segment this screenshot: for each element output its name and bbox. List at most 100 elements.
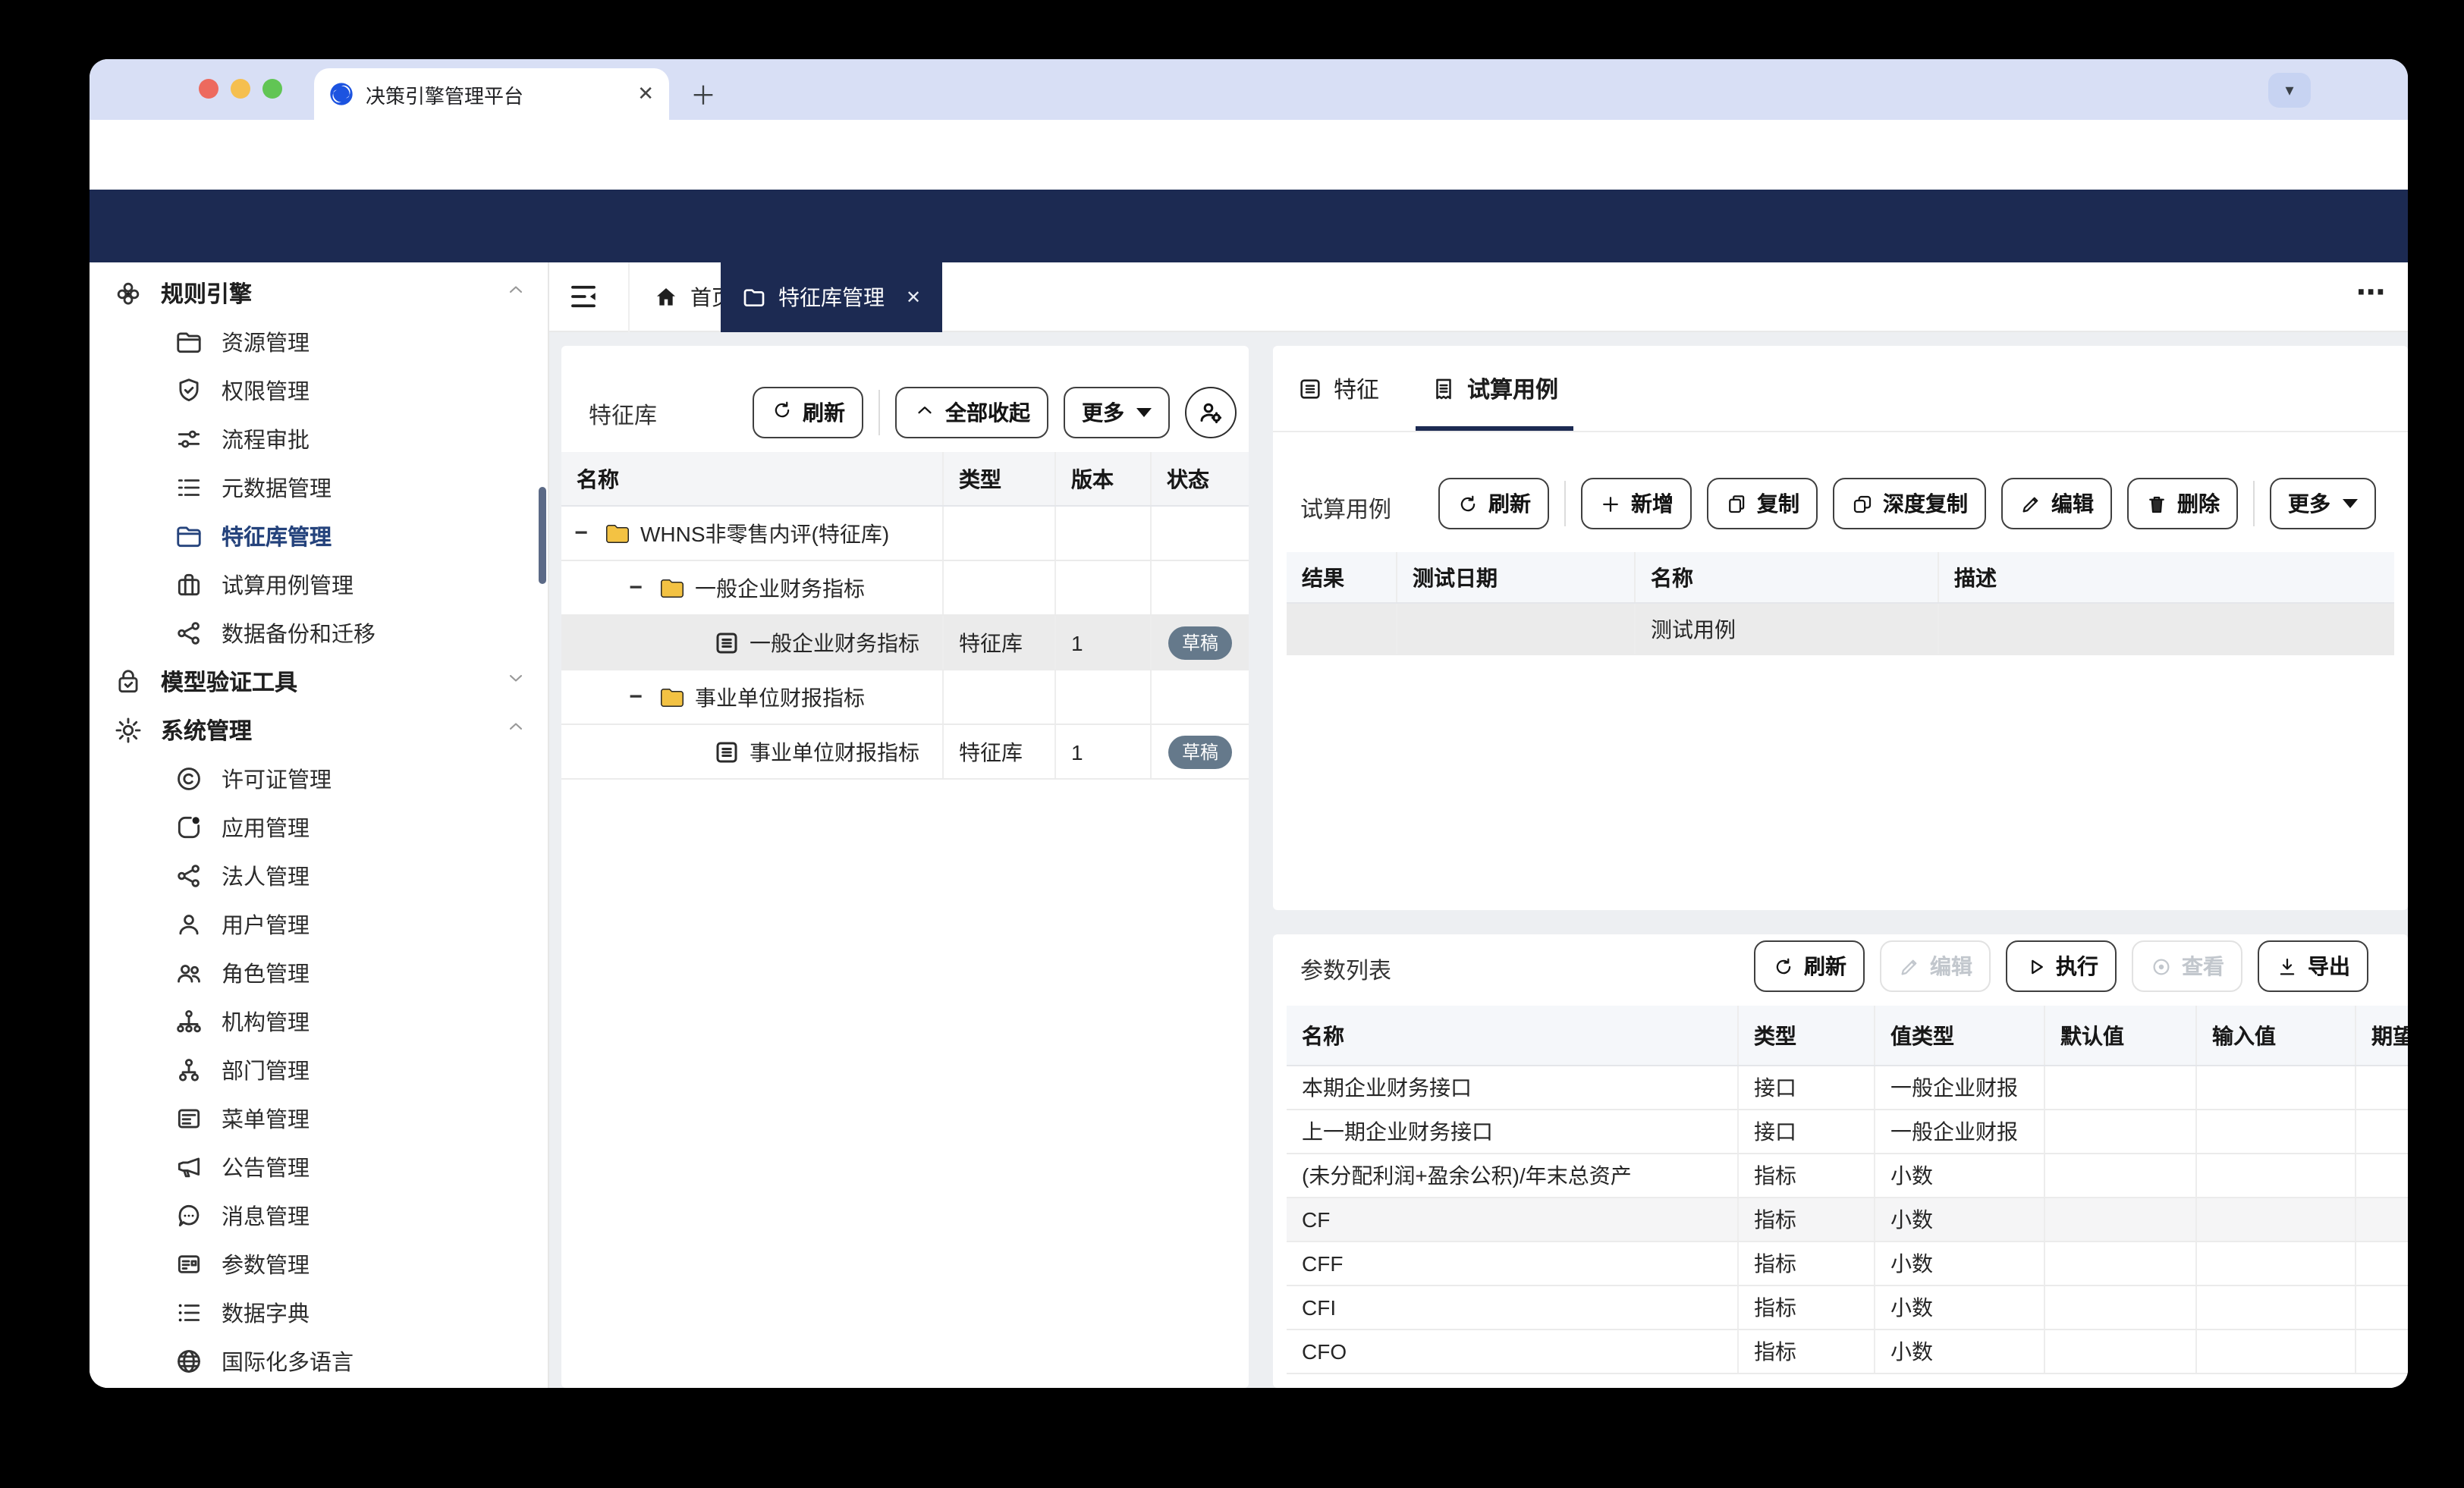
tab-feature-library[interactable]: 特征库管理 ✕ [721, 262, 942, 332]
param-row[interactable]: 上一期企业财务接口接口一般企业财报 [1287, 1110, 2408, 1154]
tree-status-cell: 草稿 [1152, 725, 1249, 778]
sidebar-item-2-12[interactable]: 国际化多语言 [90, 1336, 548, 1385]
action-button-0[interactable]: 刷新 [1438, 478, 1549, 529]
tree-node-name: WHNS非零售内评(特征库) [640, 518, 889, 548]
column-header: 版本 [1056, 452, 1152, 505]
tree-name-cell: 一般企业财务指标 [561, 616, 944, 669]
tab-trial-cases[interactable]: 试算用例 [1416, 346, 1573, 431]
sidebar-item-2-3[interactable]: 用户管理 [90, 899, 548, 948]
share-icon [174, 861, 203, 890]
param-row[interactable]: CF指标小数 [1287, 1198, 2408, 1242]
param-toolbar: 刷新 编辑执行查看导出 [1754, 940, 2368, 992]
user-settings-button[interactable] [1185, 387, 1237, 438]
action-button-0[interactable]: 刷新 [1754, 940, 1865, 992]
feature-tree-row[interactable]: − WHNS非零售内评(特征库) [561, 507, 1249, 561]
action-button-1[interactable]: 编辑 [1880, 940, 1991, 992]
feature-tree-row[interactable]: −一般企业财务指标 [561, 561, 1249, 616]
param-cell: 指标 [1739, 1286, 1875, 1329]
feature-tree-row[interactable]: 事业单位财报指标特征库1草稿 [561, 725, 1249, 780]
tabbar-more-icon[interactable]: ⋯ [2356, 276, 2387, 311]
button-label: 删除 [2177, 488, 2220, 519]
tree-collapse-toggle[interactable]: − [570, 520, 592, 546]
tree-status-cell [1152, 507, 1249, 560]
param-row[interactable]: CFI指标小数 [1287, 1286, 2408, 1330]
sidebar-item-0-3[interactable]: 元数据管理 [90, 463, 548, 511]
param-row[interactable]: 本期企业财务接口接口一般企业财报 [1287, 1066, 2408, 1110]
sidebar-item-0-0[interactable]: 资源管理 [90, 317, 548, 366]
case-date-cell [1397, 604, 1636, 654]
sidebar-group-1[interactable]: 模型验证工具 [90, 657, 548, 705]
refresh-button[interactable]: 刷新 [753, 387, 863, 438]
doc-list-icon [713, 629, 740, 656]
param-cell [2045, 1154, 2197, 1197]
new-tab-button[interactable]: ＋ [690, 74, 716, 112]
sidebar-item-2-1[interactable]: 应用管理 [90, 802, 548, 851]
param-row[interactable]: CFF指标小数 [1287, 1242, 2408, 1286]
tab-feature-library-label: 特征库管理 [778, 282, 885, 312]
column-header: 名称 [1287, 1006, 1739, 1065]
dict-list-icon [174, 1298, 203, 1326]
column-header: 测试日期 [1397, 552, 1636, 602]
case-row[interactable]: 测试用例 [1287, 604, 2394, 655]
sidebar-item-2-6[interactable]: 部门管理 [90, 1045, 548, 1094]
action-button-3[interactable]: 查看 [2132, 940, 2242, 992]
action-button-3[interactable]: 深度复制 [1833, 478, 1986, 529]
sidebar-item-2-9[interactable]: 消息管理 [90, 1191, 548, 1239]
copyright-icon [174, 764, 203, 793]
tree-name-cell: −一般企业财务指标 [561, 561, 944, 614]
action-button-2[interactable]: 复制 [1707, 478, 1818, 529]
action-button-5[interactable]: 删除 [2127, 478, 2238, 529]
sidebar-item-2-4[interactable]: 角色管理 [90, 948, 548, 997]
sidebar-item-label: 试算用例管理 [222, 568, 526, 600]
tab-close-icon[interactable]: ✕ [637, 82, 654, 106]
more-button[interactable]: 更多 [1064, 387, 1170, 438]
feature-tree-row[interactable]: −事业单位财报指标 [561, 670, 1249, 725]
sidebar-item-0-4[interactable]: 特征库管理 [90, 511, 548, 560]
macos-minimize-button[interactable] [231, 79, 250, 99]
action-button-1[interactable]: 新增 [1581, 478, 1692, 529]
sidebar-item-0-5[interactable]: 试算用例管理 [90, 560, 548, 608]
param-row[interactable]: (未分配利润+盈余公积)/年末总资产指标小数 [1287, 1154, 2408, 1198]
param-row[interactable]: CFO指标小数 [1287, 1330, 2408, 1374]
cell-text: CFI [1302, 1295, 1336, 1320]
sidebar-item-0-6[interactable]: 数据备份和迁移 [90, 608, 548, 657]
download-icon [2276, 955, 2299, 978]
sidebar-item-2-5[interactable]: 机构管理 [90, 997, 548, 1045]
tabstrip-chevron-icon[interactable]: ▾ [2268, 73, 2311, 108]
sidebar-item-0-1[interactable]: 权限管理 [90, 366, 548, 414]
sidebar-item-2-10[interactable]: 参数管理 [90, 1239, 548, 1288]
cell-text: 小数 [1890, 1248, 1933, 1279]
macos-close-button[interactable] [199, 79, 218, 99]
sidebar-item-2-2[interactable]: 法人管理 [90, 851, 548, 899]
browser-tab[interactable]: 决策引擎管理平台 ✕ [314, 68, 669, 120]
sidebar-scrollbar[interactable] [539, 487, 546, 584]
tree-type-cell: 特征库 [944, 616, 1056, 669]
cell-text: 指标 [1754, 1204, 1796, 1235]
sidebar-item-2-8[interactable]: 公告管理 [90, 1142, 548, 1191]
collapse-all-button[interactable]: 全部收起 [895, 387, 1048, 438]
megaphone-icon [174, 1152, 203, 1181]
action-button-2[interactable]: 执行 [2006, 940, 2117, 992]
macos-zoom-button[interactable] [262, 79, 282, 99]
action-button-4[interactable]: 编辑 [2001, 478, 2112, 529]
sidebar-group-0[interactable]: 规则引擎 [90, 268, 548, 317]
menu-fold-icon[interactable] [567, 281, 599, 320]
feature-tree-row[interactable]: 一般企业财务指标特征库1草稿 [561, 616, 1249, 670]
sidebar-item-0-2[interactable]: 流程审批 [90, 414, 548, 463]
tab-features[interactable]: 特征 [1282, 346, 1394, 431]
button-label: 刷新 [1804, 951, 1846, 981]
action-button-4[interactable]: 导出 [2258, 940, 2368, 992]
more-button-6[interactable]: 更多 [2270, 478, 2376, 529]
param-cell: 指标 [1739, 1330, 1875, 1373]
tab-close-icon[interactable]: ✕ [906, 287, 921, 308]
cell-text: 指标 [1754, 1160, 1796, 1191]
tree-collapse-toggle[interactable]: − [625, 575, 646, 601]
sidebar-item-2-0[interactable]: 许可证管理 [90, 754, 548, 802]
column-header: 值类型 [1875, 1006, 2045, 1065]
param-cell: 指标 [1739, 1198, 1875, 1241]
sidebar-item-2-11[interactable]: 数据字典 [90, 1288, 548, 1336]
tree-collapse-toggle[interactable]: − [625, 684, 646, 710]
sidebar-item-2-7[interactable]: 菜单管理 [90, 1094, 548, 1142]
sidebar-group-2[interactable]: 系统管理 [90, 705, 548, 754]
screen: 决策引擎管理平台 ✕ ＋ ▾ ← → localhost:8080/#/re/l… [0, 0, 2464, 1488]
